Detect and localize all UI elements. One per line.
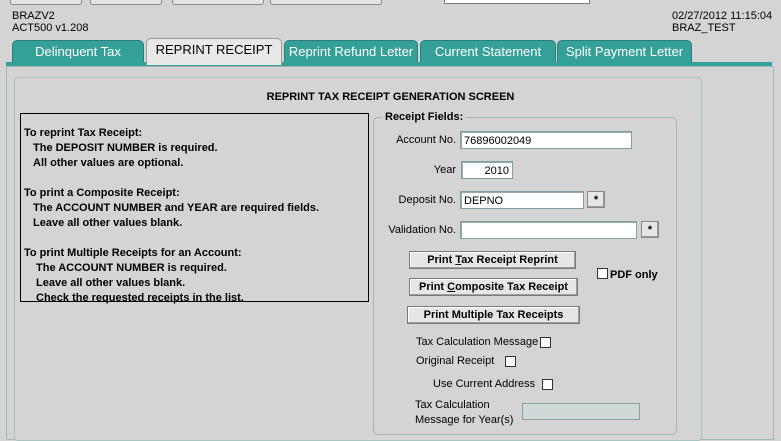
tax-calculation-year-input [522, 403, 640, 420]
deposit-number-label: Deposit No. [398, 194, 456, 206]
button-label: Print [427, 254, 456, 266]
validation-number-input[interactable] [460, 221, 637, 239]
app-version: ACT500 v1.208 [12, 22, 89, 34]
validation-lookup-button[interactable]: * [641, 221, 659, 238]
account-number-input[interactable]: 76896002049 [460, 131, 632, 149]
tab-reprint-refund-letter[interactable]: Reprint Refund Letter [284, 40, 418, 63]
instructions-box: To reprint Tax Receipt: The DEPOSIT NUMB… [20, 113, 369, 304]
instruction-heading: To reprint Tax Receipt: [24, 127, 143, 139]
receipt-fields-title: Receipt Fields: [383, 111, 466, 123]
instruction-line: The ACCOUNT NUMBER and YEAR are required… [33, 202, 320, 214]
instruction-heading: To print a Composite Receipt: [24, 187, 180, 199]
toolbar-button-3[interactable] [172, 0, 264, 5]
deposit-lookup-button[interactable]: * [587, 191, 605, 208]
instruction-line: Check the requested receipts in the list… [36, 292, 244, 304]
toolbar-button-1[interactable] [10, 0, 82, 5]
tax-calculation-year-label: Tax Calculation [415, 399, 490, 411]
instruction-heading: To print Multiple Receipts for an Accoun… [24, 247, 242, 259]
instruction-line: The ACCOUNT NUMBER is required. [36, 262, 227, 274]
use-current-address-label: Use Current Address [433, 378, 536, 390]
instruction-line: All other values are optional. [33, 157, 184, 169]
print-composite-tax-receipt-button[interactable]: Print Composite Tax Receipt [409, 278, 578, 296]
original-receipt-label: Original Receipt [416, 355, 495, 367]
tax-calculation-message-label: Tax Calculation Message [416, 336, 539, 348]
print-multiple-tax-receipts-button[interactable]: Print Multiple Tax Receipts [407, 306, 580, 324]
toolbar-button-4[interactable] [270, 0, 382, 5]
year-input[interactable]: 2010 [461, 161, 513, 179]
instruction-line: The DEPOSIT NUMBER is required. [33, 142, 218, 154]
tax-calculation-year-label: Message for Year(s) [415, 414, 514, 426]
screen-title: REPRINT TAX RECEIPT GENERATION SCREEN [266, 91, 515, 103]
instruction-line: Leave all other values blank. [36, 277, 186, 289]
db-name: BRAZV2 [12, 10, 55, 22]
pdf-only-checkbox[interactable] [597, 268, 608, 279]
tax-calculation-message-checkbox[interactable] [540, 337, 551, 348]
button-label-accelerator: C [447, 281, 456, 293]
button-label: omposite Tax Receipt [455, 281, 568, 293]
account-number-label: Account No. [396, 134, 456, 146]
tab-delinquent-tax[interactable]: Delinquent Tax [12, 40, 144, 63]
tab-split-payment-letter[interactable]: Split Payment Letter [557, 40, 692, 63]
tab-reprint-receipt[interactable]: REPRINT RECEIPT [146, 38, 282, 65]
button-label: Print [419, 281, 448, 293]
use-current-address-checkbox[interactable] [542, 379, 553, 390]
toolbar-button-2[interactable] [90, 0, 162, 5]
timestamp: 02/27/2012 11:15:04 [672, 10, 773, 22]
print-tax-receipt-reprint-button[interactable]: Print Tax Receipt Reprint [409, 251, 576, 269]
button-label: ax Receipt Reprint [461, 254, 558, 266]
toolbar-input[interactable] [444, 0, 590, 4]
deposit-number-input[interactable]: DEPNO [460, 191, 584, 209]
environment-name: BRAZ_TEST [672, 22, 736, 34]
validation-number-label: Validation No. [388, 224, 456, 236]
pdf-only-label: PDF only [610, 269, 658, 281]
original-receipt-checkbox[interactable] [505, 356, 516, 367]
tab-current-statement[interactable]: Current Statement [420, 40, 556, 63]
instruction-line: Leave all other values blank. [33, 217, 183, 229]
year-label: Year [433, 164, 456, 176]
